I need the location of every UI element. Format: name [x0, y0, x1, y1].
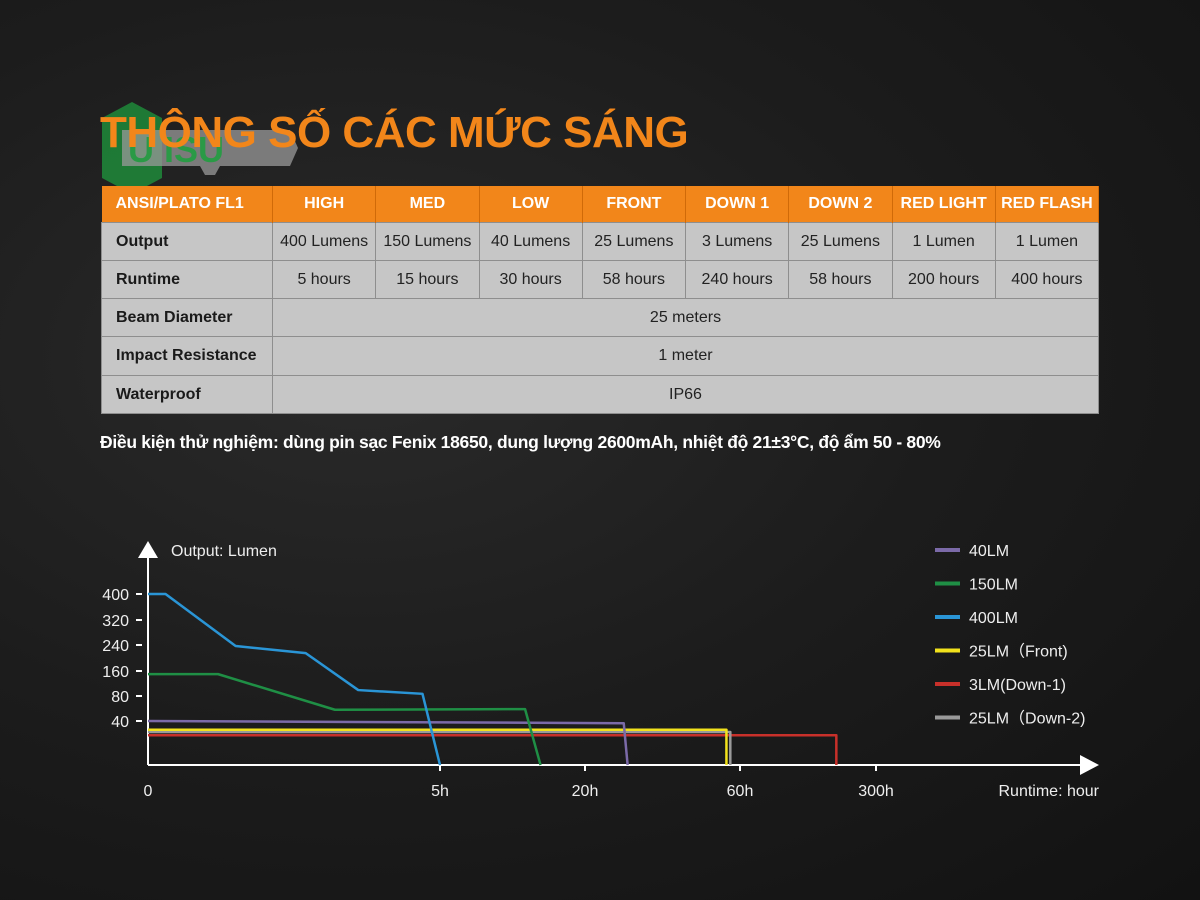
table-header-row: ANSI/PLATO FL1 HIGH MED LOW FRONT DOWN 1…: [101, 186, 1100, 223]
x-axis-arrow-icon: [1080, 755, 1099, 775]
table-cell: 25 Lumens: [788, 222, 893, 261]
table-row-output: Output 400 Lumens 150 Lumens 40 Lumens 2…: [101, 222, 1100, 261]
y-axis-label: Output: Lumen: [171, 543, 277, 560]
table-cell: 1 Lumen: [994, 222, 1100, 261]
table-cell: 400 Lumens: [271, 222, 377, 261]
y-tick-label: 240: [102, 638, 129, 655]
row-label: Beam Diameter: [101, 298, 273, 337]
table-cell: 5 hours: [271, 260, 377, 299]
x-tick-label: 5h: [431, 783, 449, 800]
table-cell: 200 hours: [891, 260, 996, 299]
row-label: Runtime: [101, 260, 273, 299]
table-cell: 58 hours: [581, 260, 687, 299]
series-line-3lm-down-1-: [148, 734, 838, 765]
header-cell: RED LIGHT: [892, 186, 996, 223]
table-cell: 240 hours: [684, 260, 790, 299]
legend-label: 3LM(Down-1): [969, 677, 1066, 694]
y-tick-label: 160: [102, 664, 129, 681]
header-cell: DOWN 2: [788, 186, 893, 223]
x-tick-label: 0: [144, 783, 153, 800]
table-row-waterproof: Waterproof IP66: [101, 375, 1099, 414]
table-cell: IP66: [272, 375, 1099, 414]
table-cell: 1 meter: [272, 336, 1099, 376]
test-conditions-note: Điều kiện thử nghiệm: dùng pin sạc Fenix…: [100, 432, 941, 452]
table-cell: 15 hours: [375, 260, 480, 299]
y-tick-label: 40: [111, 714, 129, 731]
legend-label: 150LM: [969, 577, 1018, 594]
header-cell: DOWN 1: [685, 186, 790, 223]
header-cell: RED FLASH: [995, 186, 1100, 223]
x-tick-label: 20h: [572, 783, 599, 800]
header-cell: LOW: [479, 186, 583, 223]
table-cell: 400 hours: [994, 260, 1100, 299]
table-cell: 1 Lumen: [891, 222, 996, 261]
table-cell: 3 Lumens: [684, 222, 790, 261]
y-tick-label: 80: [111, 689, 129, 706]
table-cell: 150 Lumens: [375, 222, 480, 261]
page-title: THÔNG SỐ CÁC MỨC SÁNG: [100, 108, 689, 157]
legend-label: 25LM（Front): [969, 643, 1068, 661]
x-tick-label: 300h: [858, 783, 894, 800]
y-axis-arrow-icon: [138, 541, 158, 558]
y-tick-label: 320: [102, 613, 129, 630]
table-cell: 58 hours: [788, 260, 893, 299]
table-cell: 30 hours: [478, 260, 583, 299]
table-row-beam: Beam Diameter 25 meters: [101, 298, 1099, 337]
header-cell: FRONT: [582, 186, 687, 223]
row-label: Waterproof: [101, 375, 273, 414]
legend-label: 40LM: [969, 543, 1009, 560]
header-cell: ANSI/PLATO FL1: [101, 186, 273, 223]
x-tick-label: 60h: [727, 783, 754, 800]
header-cell: MED: [375, 186, 480, 223]
y-tick-label: 400: [102, 587, 129, 604]
table-row-impact: Impact Resistance 1 meter: [101, 336, 1099, 376]
legend-label: 400LM: [969, 610, 1018, 627]
row-label: Impact Resistance: [101, 336, 273, 376]
series-line-150lm: [148, 672, 542, 766]
row-label: Output: [101, 222, 273, 261]
table-cell: 25 Lumens: [581, 222, 687, 261]
table-cell: 40 Lumens: [478, 222, 583, 261]
runtime-chart: Output: Lumen Runtime: hour 0 5h 20h 60h 300…: [102, 541, 1100, 800]
header-cell: HIGH: [272, 186, 377, 223]
series-line-40lm: [147, 719, 629, 766]
spec-table: ANSI/PLATO FL1 HIGH MED LOW FRONT DOWN 1…: [101, 186, 1100, 414]
table-row-runtime: Runtime 5 hours 15 hours 30 hours 58 hou…: [101, 260, 1100, 299]
legend-label: 25LM（Down-2): [969, 710, 1086, 728]
series-line-400lm: [148, 592, 442, 766]
x-axis-label: Runtime: hour: [999, 783, 1100, 800]
table-cell: 25 meters: [272, 298, 1099, 337]
